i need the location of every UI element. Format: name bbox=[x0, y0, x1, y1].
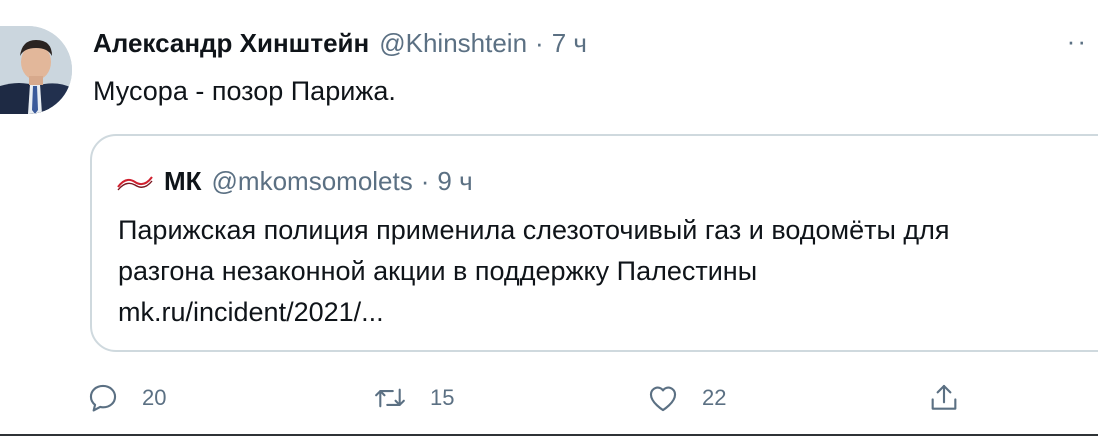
quote-header-separator: · bbox=[420, 166, 430, 196]
quoted-tweet[interactable]: МК @mkomsomolets · 9 ч Парижская полиция… bbox=[90, 134, 1098, 352]
retweet-count: 15 bbox=[430, 385, 455, 410]
quote-text-line: разгона незаконной акции в поддержку Пал… bbox=[118, 256, 758, 286]
quote-text: Парижская полиция применила слезоточивый… bbox=[118, 210, 1098, 333]
quote-link[interactable]: mk.ru/incident/2021/... bbox=[118, 292, 1098, 333]
quote-timestamp[interactable]: 9 ч bbox=[437, 166, 472, 197]
quote-author-handle[interactable]: @mkomsomolets bbox=[212, 166, 413, 197]
avatar[interactable] bbox=[0, 26, 72, 114]
tweet-timestamp[interactable]: 7 ч bbox=[552, 28, 587, 59]
author-name[interactable]: Александр Хинштейн bbox=[93, 28, 369, 59]
tweet-actions: 20 15 22 bbox=[0, 378, 1098, 418]
quote-text-line: Парижская полиция применила слезоточивый… bbox=[118, 215, 950, 245]
tweet-header: Александр Хинштейн @Khinshtein · 7 ч bbox=[93, 28, 587, 58]
retweet-button[interactable]: 15 bbox=[372, 378, 454, 418]
tweet-text: Мусора - позор Парижа. bbox=[93, 76, 396, 106]
retweet-icon bbox=[372, 381, 408, 415]
reply-icon bbox=[86, 381, 120, 415]
heart-icon bbox=[646, 381, 680, 415]
share-button[interactable] bbox=[927, 378, 961, 418]
tweet[interactable]: Александр Хинштейн @Khinshtein · 7 ч ·· … bbox=[0, 0, 1098, 440]
like-count: 22 bbox=[702, 385, 727, 410]
quote-header: МК @mkomsomolets · 9 ч bbox=[116, 166, 473, 197]
quote-author-name[interactable]: МК bbox=[164, 166, 202, 197]
reply-count: 20 bbox=[142, 385, 167, 410]
more-options-icon[interactable]: ·· bbox=[1067, 28, 1088, 54]
mk-logo-icon bbox=[116, 170, 154, 194]
reply-button[interactable]: 20 bbox=[86, 378, 166, 418]
divider bbox=[0, 434, 1098, 436]
author-handle[interactable]: @Khinshtein bbox=[379, 28, 527, 59]
header-separator: · bbox=[535, 28, 544, 58]
share-icon bbox=[927, 381, 961, 415]
like-button[interactable]: 22 bbox=[646, 378, 726, 418]
